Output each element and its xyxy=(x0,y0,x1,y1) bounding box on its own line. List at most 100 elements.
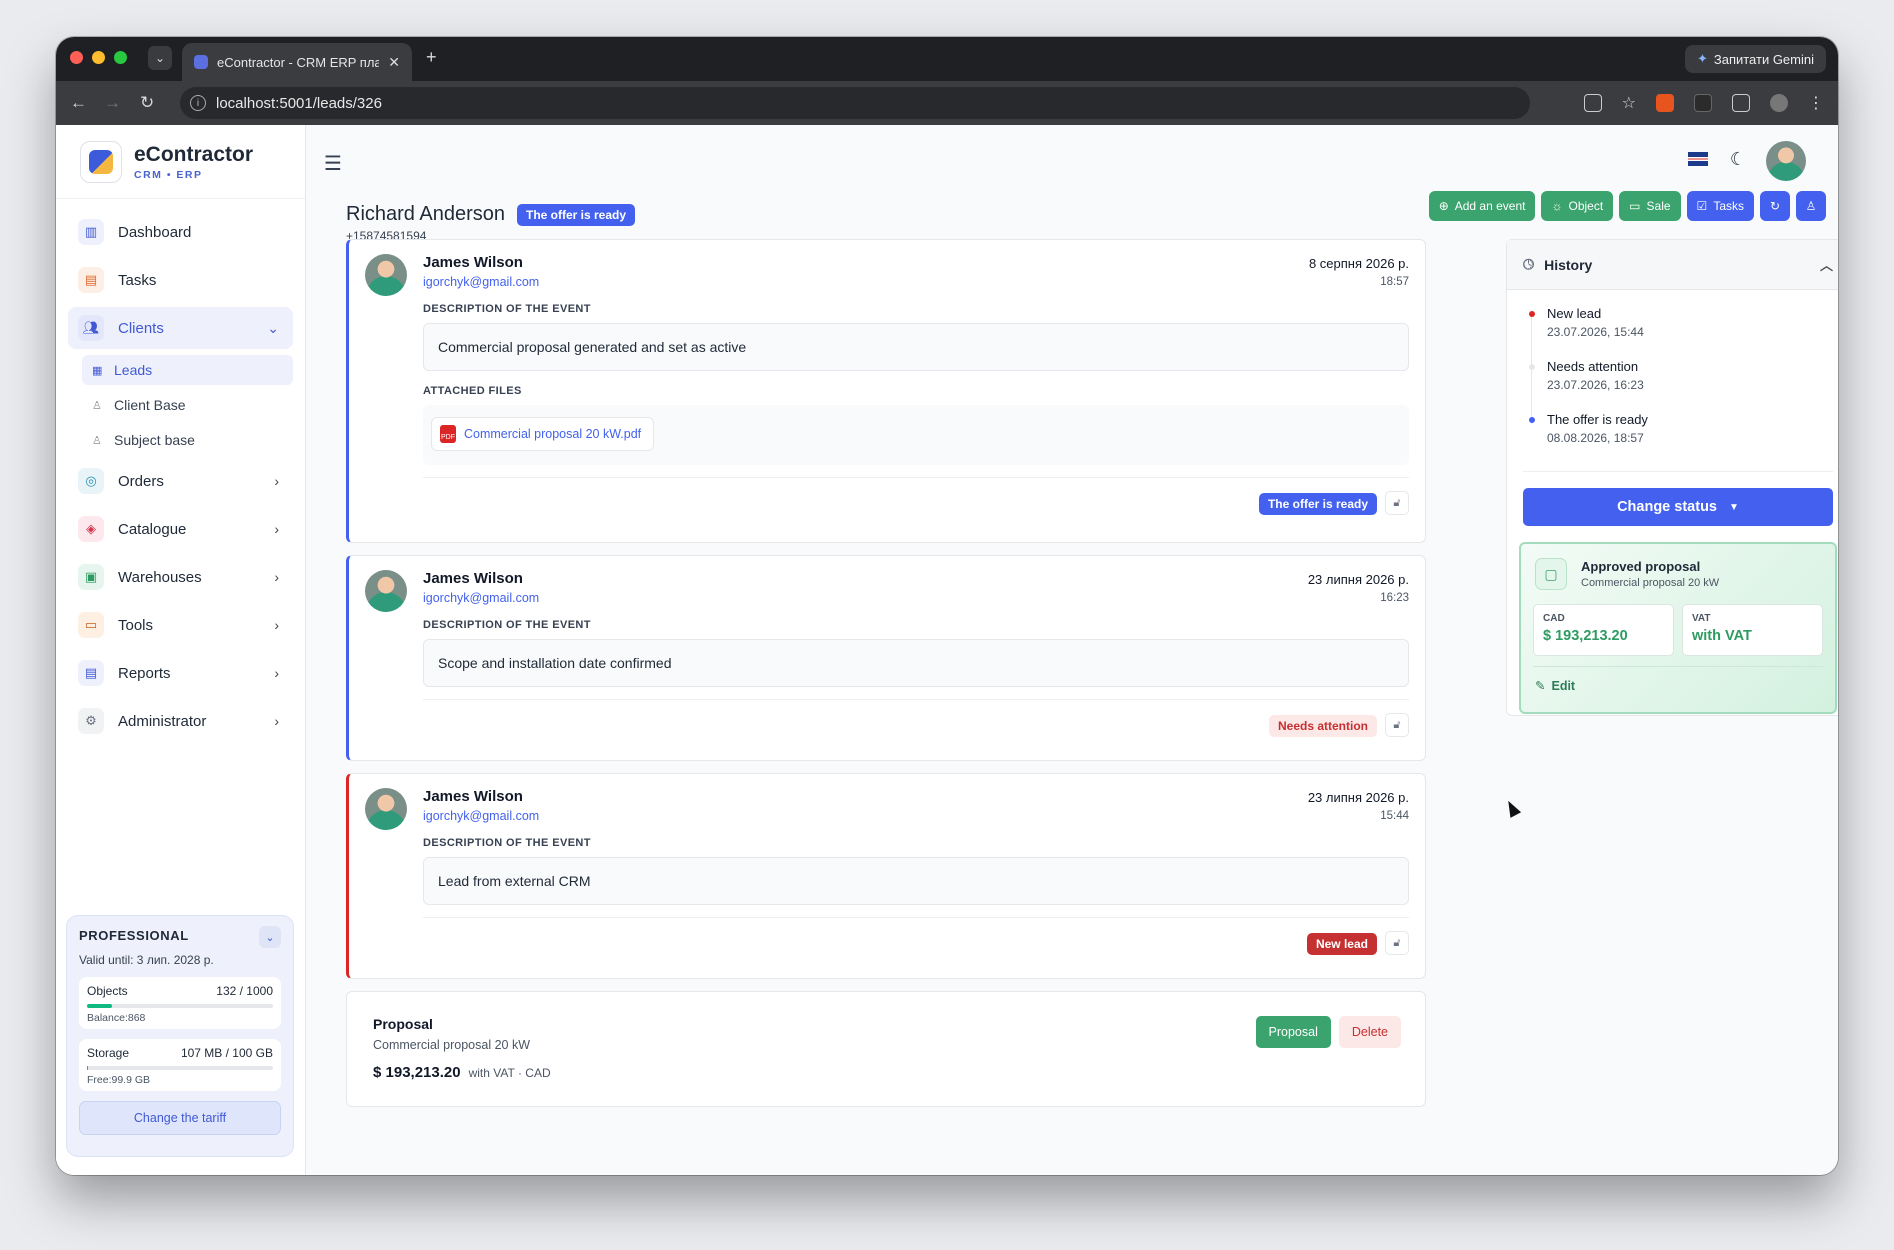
events-list: James Wilson igorchyk@gmail.com 8 серпня… xyxy=(346,239,1426,1107)
sidebar-item-label: Reports xyxy=(118,664,171,682)
sidebar-item-leads[interactable]: ▦ Leads xyxy=(82,355,293,385)
new-tab-icon[interactable]: + xyxy=(426,47,437,68)
objects-label: Objects xyxy=(87,984,128,998)
lock-icon[interactable]: 🔓︎ xyxy=(1385,931,1409,955)
change-tariff-button[interactable]: Change the tariff xyxy=(79,1101,281,1135)
proposal-amount: $ 193,213.20 with VAT · CAD xyxy=(373,1064,1399,1081)
description-label: DESCRIPTION OF THE EVENT xyxy=(423,619,591,631)
proposal-title: Proposal xyxy=(373,1016,433,1032)
sale-label: Sale xyxy=(1646,199,1671,213)
delete-button[interactable]: Delete xyxy=(1338,1016,1401,1048)
event-card: James Wilson igorchyk@gmail.com 23 липня… xyxy=(346,555,1426,761)
figma-extension-icon[interactable] xyxy=(1694,94,1712,112)
forward-icon[interactable]: → xyxy=(104,93,121,113)
history-item: The offer is ready 08.08.2026, 18:57 xyxy=(1529,412,1838,465)
close-window-button[interactable] xyxy=(70,51,83,64)
sidebar-item-clients[interactable]: 👥︎ Clients ⌄ xyxy=(68,307,293,349)
edit-button[interactable]: ✎ Edit xyxy=(1535,678,1575,694)
add-event-button[interactable]: ⊕ Add an event xyxy=(1428,191,1536,221)
proposal-button[interactable]: Proposal xyxy=(1255,1016,1331,1048)
event-datetime: 23 липня 2026 р. 16:23 xyxy=(1308,571,1409,607)
refresh-button[interactable]: ↻ xyxy=(1760,191,1790,221)
sidebar-item-label: Warehouses xyxy=(118,568,202,586)
browser-window: ⌄ eContractor - CRM ERP плате ✕ + ✦ Запи… xyxy=(56,37,1838,1175)
favicon-icon xyxy=(194,55,208,69)
chevron-right-icon: › xyxy=(274,569,279,585)
sidebar-item-administrator[interactable]: ⚙ Administrator › xyxy=(68,700,293,742)
sidebar-item-catalogue[interactable]: ◈ Catalogue › xyxy=(68,508,293,550)
install-app-icon[interactable] xyxy=(1583,94,1602,112)
sidebar-item-tasks[interactable]: ▤ Tasks xyxy=(68,259,293,301)
tab-search-dropdown-icon[interactable]: ⌄ xyxy=(148,46,172,70)
chevron-up-icon[interactable]: ︿ xyxy=(1820,255,1833,274)
browser-menu-icon[interactable]: ⋮ xyxy=(1808,93,1824,113)
gemini-label: Запитати Gemini xyxy=(1713,51,1814,67)
history-status: New lead xyxy=(1547,306,1602,321)
objects-balance: Balance:868 xyxy=(87,1012,146,1024)
extension-icon[interactable] xyxy=(1656,94,1674,112)
attached-files-label: ATTACHED FILES xyxy=(423,385,522,397)
menu-icon[interactable]: ☰ xyxy=(324,151,342,176)
tasks-label: Tasks xyxy=(1713,199,1744,213)
user-icon: ♙ xyxy=(1805,199,1817,213)
gemini-button[interactable]: ✦ Запитати Gemini xyxy=(1684,45,1826,73)
browser-tab[interactable]: eContractor - CRM ERP плате ✕ xyxy=(182,43,412,81)
chevron-down-icon[interactable]: ⌄ xyxy=(259,926,281,948)
close-tab-icon[interactable]: ✕ xyxy=(388,54,400,71)
change-status-button[interactable]: Change status ▼ xyxy=(1523,488,1833,526)
sidebar-item-subject-base[interactable]: ♙ Subject base xyxy=(82,425,293,455)
box-icon: ◈ xyxy=(78,516,104,542)
event-footer: Needs attention 🔓︎ xyxy=(423,699,1409,737)
bookmark-star-icon[interactable]: ☆ xyxy=(1622,93,1636,113)
gear-icon: ⚙ xyxy=(78,708,104,734)
chevron-right-icon: › xyxy=(274,521,279,537)
storage-value: 107 MB / 100 GB xyxy=(180,1046,273,1060)
sidebar-item-dashboard[interactable]: ▥ Dashboard xyxy=(68,211,293,253)
back-icon[interactable]: ← xyxy=(70,93,87,113)
report-icon: ▤ xyxy=(78,660,104,686)
file-attachment[interactable]: PDF Commercial proposal 20 kW.pdf xyxy=(431,417,655,451)
profile-avatar-icon[interactable] xyxy=(1770,94,1788,112)
minimize-window-button[interactable] xyxy=(92,51,105,64)
edit-icon: ✎ xyxy=(1535,679,1546,693)
object-button[interactable]: ☼ Object xyxy=(1541,191,1614,221)
sale-button[interactable]: ▭ Sale xyxy=(1619,191,1681,221)
history-item: New lead 23.07.2026, 15:44 xyxy=(1529,306,1838,359)
lock-icon[interactable]: 🔓︎ xyxy=(1385,713,1409,737)
vat-cell: VAT with VAT xyxy=(1682,604,1823,656)
event-email[interactable]: igorchyk@gmail.com xyxy=(423,275,1409,289)
event-footer: New lead 🔓︎ xyxy=(423,917,1409,955)
event-date: 23 липня 2026 р. xyxy=(1307,790,1409,805)
event-email[interactable]: igorchyk@gmail.com xyxy=(423,591,1409,605)
lead-header: Richard Anderson The offer is ready xyxy=(346,203,636,226)
history-header[interactable]: 🕓︎ History ︿ xyxy=(1507,240,1838,290)
chart-icon: ▥ xyxy=(78,219,104,245)
clipboard-icon: ▤ xyxy=(78,267,104,293)
profile-button[interactable]: ♙ xyxy=(1796,191,1826,221)
tab-title: eContractor - CRM ERP плате xyxy=(217,54,380,70)
avatar xyxy=(365,254,407,296)
sidebar-item-orders[interactable]: ◎ Orders › xyxy=(68,460,293,502)
users-icon: 👥︎ xyxy=(78,315,104,341)
tasks-button[interactable]: ☑ Tasks xyxy=(1686,191,1754,221)
extensions-puzzle-icon[interactable] xyxy=(1732,94,1750,112)
chevron-right-icon: › xyxy=(274,617,279,633)
sidebar-subitem-label: Client Base xyxy=(114,397,186,413)
sidebar-item-tools[interactable]: ▭ Tools › xyxy=(68,604,293,646)
divider xyxy=(1523,471,1833,472)
moon-icon[interactable]: ☾ xyxy=(1730,149,1746,170)
sidebar-item-warehouses[interactable]: ▣ Warehouses › xyxy=(68,556,293,598)
reload-icon[interactable]: ↻ xyxy=(140,93,154,113)
uk-flag-icon[interactable] xyxy=(1688,152,1708,166)
url-field[interactable]: i localhost:5001/leads/326 xyxy=(180,87,1530,119)
lock-icon[interactable]: 🔓︎ xyxy=(1385,491,1409,515)
maximize-window-button[interactable] xyxy=(114,51,127,64)
sidebar-item-label: Dashboard xyxy=(118,223,192,241)
event-email[interactable]: igorchyk@gmail.com xyxy=(423,809,1409,823)
sidebar-item-reports[interactable]: ▤ Reports › xyxy=(68,652,293,694)
brand[interactable]: eContractor CRM • ERP xyxy=(56,125,305,199)
event-author: James Wilson xyxy=(423,570,523,587)
user-avatar[interactable] xyxy=(1766,141,1806,181)
sidebar-item-client-base[interactable]: ♙ Client Base xyxy=(82,390,293,420)
site-info-icon[interactable]: i xyxy=(190,95,206,111)
